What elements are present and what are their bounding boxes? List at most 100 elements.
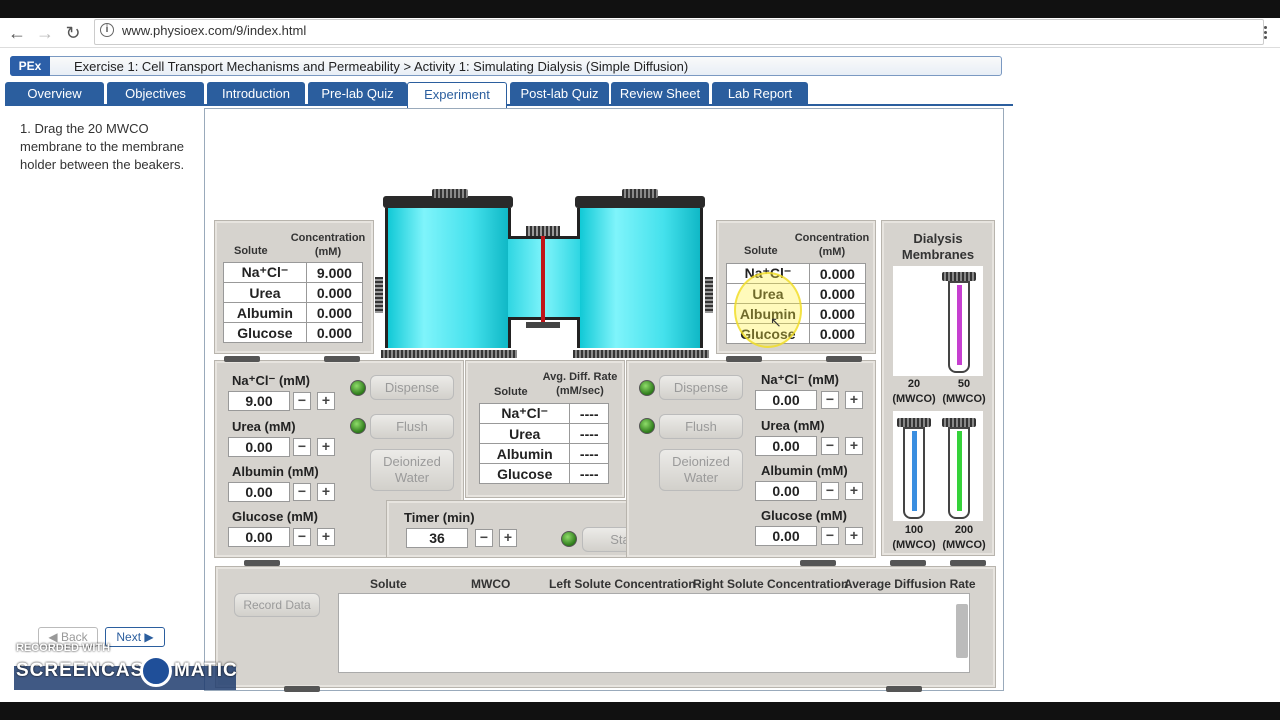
membrane-50-tube[interactable] bbox=[948, 281, 970, 373]
results-scrollbar[interactable] bbox=[956, 604, 968, 658]
right-urea-minus-button[interactable]: − bbox=[821, 437, 839, 455]
right-glucose-input[interactable]: 0.00 bbox=[755, 526, 817, 546]
left-albumin-plus-button[interactable]: + bbox=[317, 483, 335, 501]
timer-plus-button[interactable]: + bbox=[499, 529, 517, 547]
left-glucose-input[interactable]: 0.00 bbox=[228, 527, 290, 547]
forward-arrow-icon[interactable]: → bbox=[34, 22, 56, 44]
results-table[interactable] bbox=[338, 593, 970, 673]
membrane-20-size: 20 bbox=[907, 378, 921, 390]
solute-cell: Urea bbox=[223, 282, 307, 303]
membrane-100-strip bbox=[912, 431, 917, 511]
membrane-50-label: 50 (MWCO) bbox=[939, 377, 989, 407]
right-nacl-plus-button[interactable]: + bbox=[845, 391, 863, 409]
tab-review-sheet[interactable]: Review Sheet bbox=[611, 82, 709, 106]
membrane-200-cap bbox=[942, 418, 976, 427]
record-data-button[interactable]: Record Data bbox=[234, 593, 320, 617]
right-albumin-minus-button[interactable]: − bbox=[821, 482, 839, 500]
left-beaker-cap bbox=[432, 189, 468, 198]
diffusion-rate-table: Na⁺Cl⁻ ---- Urea ---- Albumin ---- Glucose -… bbox=[478, 403, 609, 484]
membrane-50-strip bbox=[957, 285, 962, 365]
right-urea-plus-button[interactable]: + bbox=[845, 437, 863, 455]
rate-col-solute: Solute bbox=[494, 386, 528, 398]
panel-foot bbox=[726, 356, 762, 362]
right-flush-button[interactable]: Flush bbox=[659, 414, 743, 439]
rate-cell: ---- bbox=[569, 423, 609, 444]
membrane-200-label: 200 (MWCO) bbox=[939, 523, 989, 553]
right-nacl-input[interactable]: 0.00 bbox=[755, 390, 817, 410]
tab-experiment[interactable]: Experiment bbox=[407, 82, 507, 108]
right-albumin-input[interactable]: 0.00 bbox=[755, 481, 817, 501]
breadcrumb: Exercise 1: Cell Transport Mechanisms an… bbox=[74, 59, 689, 74]
rate-cell: ---- bbox=[569, 403, 609, 424]
left-deionized-water-button[interactable]: Deionized Water bbox=[370, 449, 454, 491]
solute-cell: Glucose bbox=[223, 322, 307, 343]
value-cell: 0.000 bbox=[305, 322, 364, 343]
right-col-solute: Solute bbox=[744, 245, 778, 257]
table-row: Na⁺Cl⁻ 9.000 bbox=[223, 262, 364, 283]
left-beaker[interactable] bbox=[385, 208, 511, 348]
membrane-100-tube[interactable] bbox=[903, 427, 925, 519]
back-arrow-icon[interactable]: ← bbox=[6, 22, 28, 44]
solute-cell: Glucose bbox=[478, 463, 571, 484]
membrane-100-size: 100 bbox=[904, 524, 924, 536]
right-albumin-label: Albumin (mM) bbox=[761, 463, 848, 478]
value-cell: 0.000 bbox=[808, 303, 867, 324]
right-dispense-button[interactable]: Dispense bbox=[659, 375, 743, 400]
left-nacl-input[interactable]: 9.00 bbox=[228, 391, 290, 411]
right-col-concentration: Concentration (mM) bbox=[794, 232, 870, 258]
results-col-right-conc: Right Solute Concentration bbox=[693, 577, 849, 591]
right-albumin-plus-button[interactable]: + bbox=[845, 482, 863, 500]
timer-minus-button[interactable]: − bbox=[475, 529, 493, 547]
left-glucose-plus-button[interactable]: + bbox=[317, 528, 335, 546]
membrane-holder-top[interactable] bbox=[526, 226, 560, 236]
reload-icon[interactable]: ↻ bbox=[62, 22, 84, 44]
right-deionized-water-button[interactable]: Deionized Water bbox=[659, 449, 743, 491]
left-albumin-minus-button[interactable]: − bbox=[293, 483, 311, 501]
timer-input[interactable]: 36 bbox=[406, 528, 468, 548]
left-glucose-label: Glucose (mM) bbox=[232, 509, 318, 524]
membrane-holder[interactable] bbox=[541, 236, 545, 324]
right-beaker[interactable] bbox=[577, 208, 703, 348]
right-beaker-cap bbox=[622, 189, 658, 198]
left-flush-button[interactable]: Flush bbox=[370, 414, 454, 439]
left-glucose-minus-button[interactable]: − bbox=[293, 528, 311, 546]
tab-lab-report[interactable]: Lab Report bbox=[712, 82, 808, 106]
right-urea-label: Urea (mM) bbox=[761, 418, 825, 433]
left-nacl-minus-button[interactable]: − bbox=[293, 392, 311, 410]
table-row: Urea 0.000 bbox=[223, 282, 364, 303]
left-albumin-input[interactable]: 0.00 bbox=[228, 482, 290, 502]
right-nacl-minus-button[interactable]: − bbox=[821, 391, 839, 409]
cursor-icon: ↖ bbox=[770, 314, 782, 330]
value-cell: 0.000 bbox=[808, 283, 867, 304]
browser-menu-icon[interactable] bbox=[1262, 24, 1268, 40]
value-cell: 0.000 bbox=[305, 282, 364, 303]
left-urea-minus-button[interactable]: − bbox=[293, 438, 311, 456]
tab-post-lab-quiz[interactable]: Post-lab Quiz bbox=[510, 82, 609, 106]
left-urea-plus-button[interactable]: + bbox=[317, 438, 335, 456]
right-glucose-plus-button[interactable]: + bbox=[845, 527, 863, 545]
info-icon[interactable]: i bbox=[100, 23, 114, 37]
table-row: Glucose ---- bbox=[478, 463, 609, 484]
membrane-50-size: 50 bbox=[957, 378, 971, 390]
table-row: Albumin ---- bbox=[478, 443, 609, 464]
right-nacl-label: Na⁺Cl⁻ (mM) bbox=[761, 372, 839, 387]
right-urea-input[interactable]: 0.00 bbox=[755, 436, 817, 456]
solute-cell: Na⁺Cl⁻ bbox=[478, 403, 571, 424]
left-dispense-button[interactable]: Dispense bbox=[370, 375, 454, 400]
membrane-200-tube[interactable] bbox=[948, 427, 970, 519]
tab-introduction[interactable]: Introduction bbox=[207, 82, 305, 106]
left-nacl-plus-button[interactable]: + bbox=[317, 392, 335, 410]
value-cell: 9.000 bbox=[305, 262, 364, 283]
left-urea-label: Urea (mM) bbox=[232, 419, 296, 434]
tab-pre-lab-quiz[interactable]: Pre-lab Quiz bbox=[308, 82, 407, 106]
tab-objectives[interactable]: Objectives bbox=[107, 82, 204, 106]
tab-overview[interactable]: Overview bbox=[5, 82, 104, 106]
right-glucose-minus-button[interactable]: − bbox=[821, 527, 839, 545]
membrane-20-unit: (MWCO) bbox=[892, 393, 936, 405]
rate-cell: ---- bbox=[569, 443, 609, 464]
table-row: Na⁺Cl⁻ ---- bbox=[478, 403, 609, 424]
membrane-100-label: 100 (MWCO) bbox=[889, 523, 939, 553]
left-urea-input[interactable]: 0.00 bbox=[228, 437, 290, 457]
left-nacl-label: Na⁺Cl⁻ (mM) bbox=[232, 373, 310, 388]
right-beaker-handle bbox=[705, 277, 713, 313]
